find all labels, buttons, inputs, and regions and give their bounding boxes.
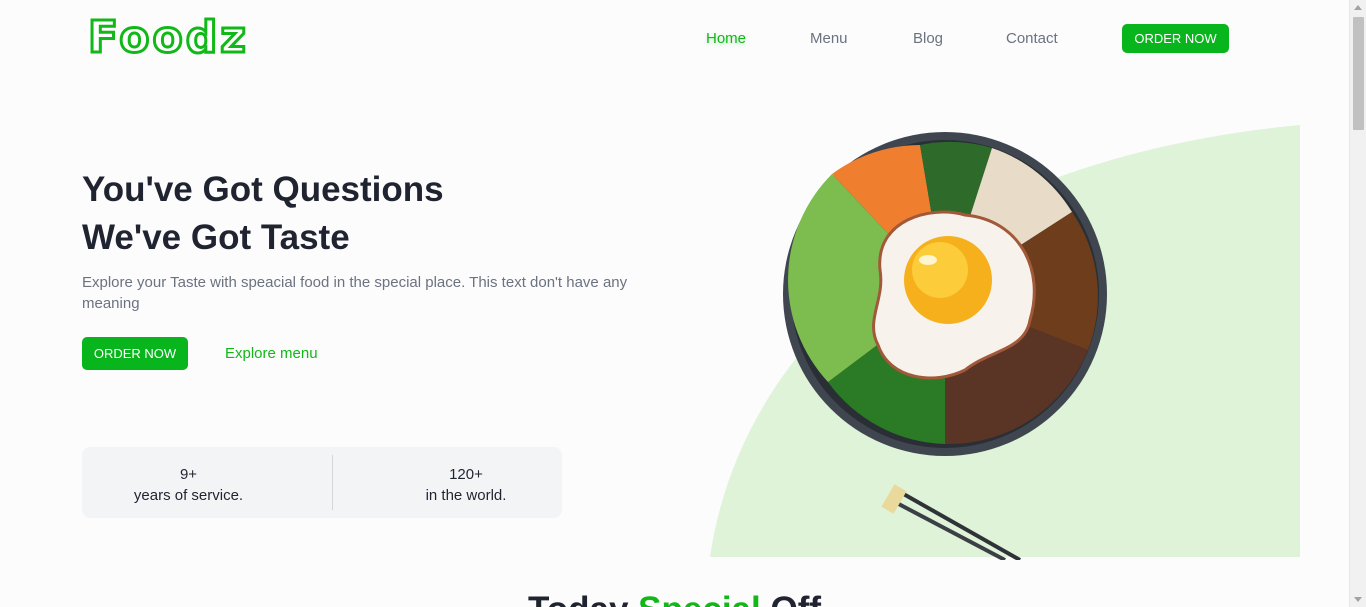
nav-order-now-button[interactable]: ORDER NOW <box>1122 24 1229 53</box>
bibimbap-bowl-illustration <box>783 132 1107 456</box>
stat-world-value: 120+ <box>449 466 483 483</box>
stat-years: 9+ years of service. <box>82 464 295 506</box>
nav-link-blog[interactable]: Blog <box>913 30 943 47</box>
scroll-down-icon[interactable] <box>1354 597 1362 602</box>
nav-link-home[interactable]: Home <box>706 30 746 47</box>
stat-years-label: years of service. <box>133 487 244 504</box>
nav-link-menu[interactable]: Menu <box>810 30 848 47</box>
hero-title-line-2: We've Got Taste <box>82 218 350 257</box>
stat-world: 120+ in the world. <box>350 464 582 506</box>
hero-illustration <box>710 125 1300 560</box>
stat-years-value: 9+ <box>179 466 198 483</box>
scroll-up-icon[interactable] <box>1354 5 1362 10</box>
hero-description: Explore your Taste with speacial food in… <box>82 274 628 312</box>
nav-link-contact[interactable]: Contact <box>1006 30 1058 47</box>
scrollbar-thumb[interactable] <box>1353 17 1364 130</box>
section-title: Today Special Off <box>0 590 1349 607</box>
section-title-start: Today <box>528 590 638 607</box>
explore-menu-link[interactable]: Explore menu <box>225 345 318 362</box>
main-nav: Home Menu Blog Contact ORDER NOW <box>0 24 1366 54</box>
stats-divider <box>332 455 333 510</box>
page-scrollbar[interactable] <box>1349 0 1366 607</box>
hero-title-line-1: You've Got Questions <box>82 170 444 209</box>
hero-order-now-button[interactable]: ORDER NOW <box>82 337 188 370</box>
section-title-accent: Special <box>638 590 761 607</box>
section-title-end: Off <box>761 590 821 607</box>
stat-world-label: in the world. <box>425 487 507 504</box>
hero-title: You've Got Questions We've Got Taste <box>82 166 642 262</box>
stats-card: 9+ years of service. 120+ in the world. <box>82 447 562 518</box>
